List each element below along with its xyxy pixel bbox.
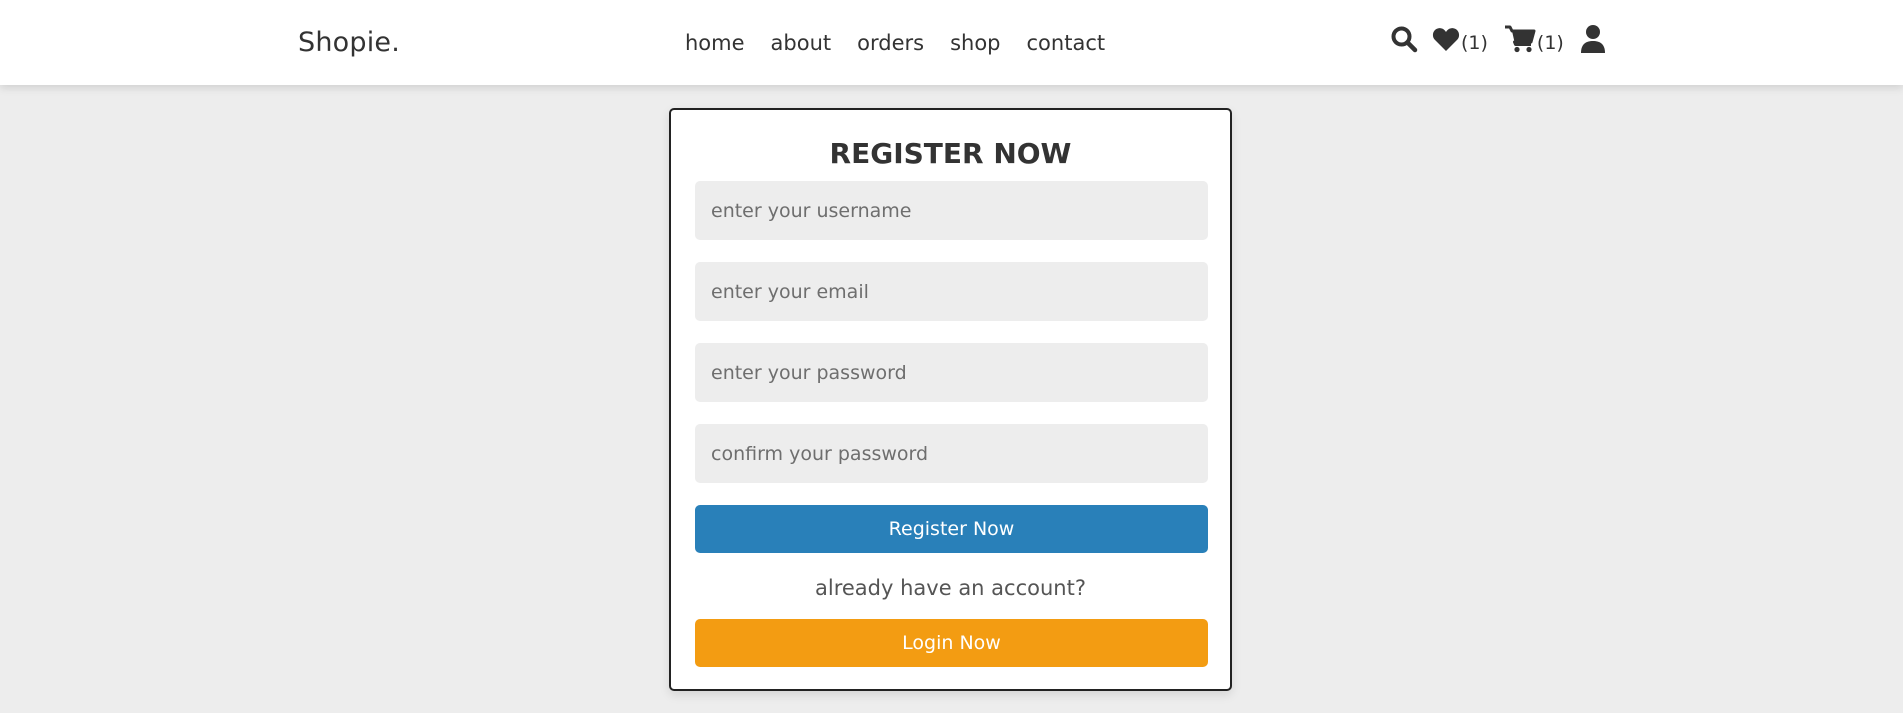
wishlist-link[interactable]: (1) xyxy=(1432,25,1488,54)
search-icon xyxy=(1391,26,1418,53)
wishlist-count: (1) xyxy=(1461,31,1488,54)
main-nav: home about orders shop contact xyxy=(685,31,1105,55)
nav-contact[interactable]: contact xyxy=(1027,31,1106,55)
search-button[interactable] xyxy=(1390,25,1418,53)
nav-shop[interactable]: shop xyxy=(950,31,1000,55)
cart-count: (1) xyxy=(1536,31,1564,54)
heart-icon xyxy=(1432,28,1460,51)
header: Shopie. home about orders shop contact (… xyxy=(0,0,1903,85)
confirm-password-input[interactable] xyxy=(695,424,1208,483)
brand-name: Shopie xyxy=(298,27,392,58)
header-icons: (1) (1) xyxy=(1390,24,1606,54)
user-button[interactable] xyxy=(1580,24,1606,54)
form-title: register now xyxy=(829,137,1072,170)
register-form: register now Register Now already have a… xyxy=(669,108,1232,691)
email-input[interactable] xyxy=(695,262,1208,321)
login-button[interactable]: Login Now xyxy=(695,619,1208,667)
brand-dot: . xyxy=(391,27,401,58)
password-input[interactable] xyxy=(695,343,1208,402)
nav-home[interactable]: home xyxy=(685,31,745,55)
cart-link[interactable]: (1) xyxy=(1504,25,1564,54)
cart-icon xyxy=(1504,25,1536,53)
already-have-account-text: already have an account? xyxy=(815,576,1086,600)
user-icon xyxy=(1580,25,1605,53)
nav-about[interactable]: about xyxy=(771,31,832,55)
username-input[interactable] xyxy=(695,181,1208,240)
register-button[interactable]: Register Now xyxy=(695,505,1208,553)
brand-logo[interactable]: Shopie. xyxy=(298,27,400,58)
nav-orders[interactable]: orders xyxy=(857,31,924,55)
